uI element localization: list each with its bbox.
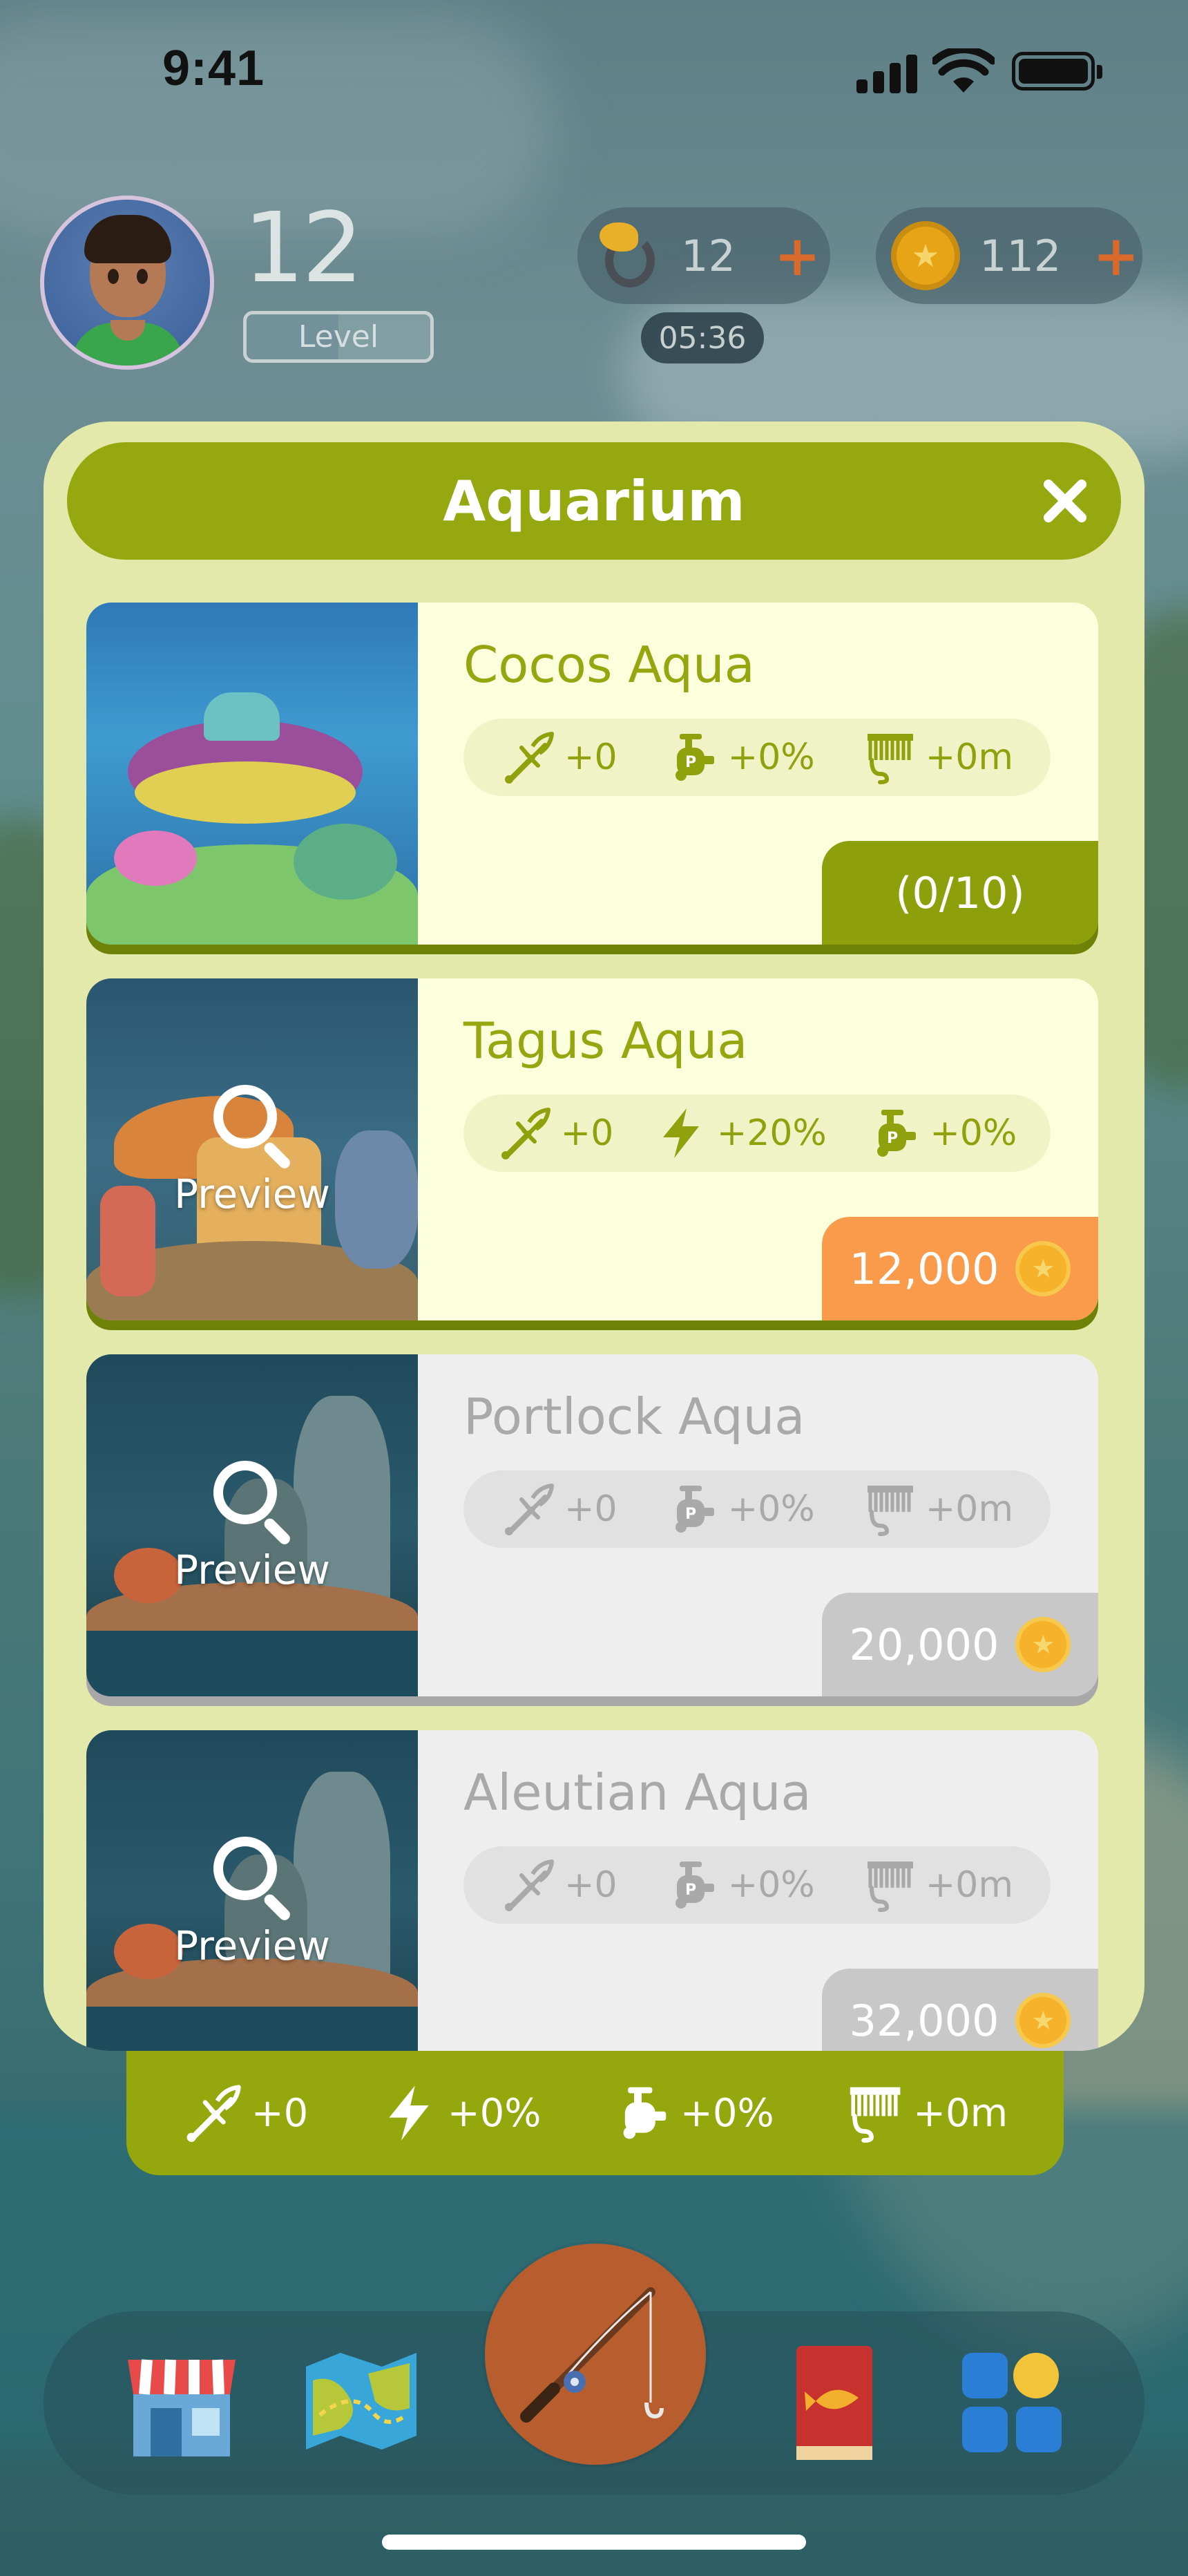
aquarium-name: Aleutian Aqua [463,1763,812,1821]
buy-button[interactable]: 20,000 ★ [822,1593,1098,1696]
stat-value: +0% [727,737,815,778]
bait-count: 12 [681,230,736,281]
trident-icon [501,1481,556,1537]
aquarium-card-aleutian[interactable]: Preview Aleutian Aqua +0 +0% +0m 32,000 … [86,1730,1098,2051]
preview-button[interactable]: Preview [86,1354,418,1696]
coin-icon: ★ [1015,1993,1071,2048]
price-label: 32,000 [849,1995,999,2046]
map-icon[interactable] [292,2332,430,2470]
stat-value: +0% [727,1488,815,1530]
apps-icon[interactable] [941,2332,1080,2470]
buy-button[interactable]: 12,000 ★ [822,1217,1098,1320]
player-level: 12 [243,192,363,305]
coin-counter: ★ 112 + [876,207,1142,304]
preview-button[interactable]: Preview [86,978,418,1320]
wifi-icon [932,48,995,93]
aquarium-thumbnail: Preview [86,978,418,1320]
preview-label: Preview [174,1170,330,1218]
bait-timer: 05:36 [641,312,764,363]
stat-value: +0% [727,1864,815,1906]
shop-icon[interactable] [113,2332,251,2470]
bait-pump-icon [664,1481,720,1537]
aquarium-name: Tagus Aqua [463,1012,748,1070]
capacity-button[interactable]: (0/10) [822,841,1098,945]
stat-value: +0m [925,1864,1013,1906]
status-time: 9:41 [162,41,265,96]
aquarium-panel: Aquarium Cocos Aqua +0 +0% +0m (0/10) Pr… [44,422,1144,2051]
stat-value: +0 [564,1864,617,1906]
bait-counter: 12 + [577,207,830,304]
aquarium-name: Cocos Aqua [463,636,755,694]
stat-value: +0% [930,1112,1017,1154]
capacity-label: (0/10) [895,867,1025,918]
aquarium-card-portlock[interactable]: Preview Portlock Aqua +0 +0% +0m 20,000 … [86,1354,1098,1696]
magnifier-icon [211,1082,294,1171]
price-label: 12,000 [849,1243,999,1294]
add-coins-button[interactable]: + [1093,224,1139,288]
coin-count: 112 [979,230,1062,281]
bonus-value: +0% [680,2090,774,2136]
bait-pump-icon [664,1857,720,1913]
preview-button[interactable]: Preview [86,1730,418,2051]
aquarium-stats: +0 +0% +0m [463,1846,1051,1924]
fishing-rod-icon [520,2287,664,2423]
trident-icon [501,730,556,785]
preview-label: Preview [174,1546,330,1593]
stat-value: +0 [560,1112,614,1154]
battery-icon [1012,52,1102,91]
reel-icon [862,730,917,785]
reel-icon [844,2083,905,2143]
panel-title: Aquarium [443,468,745,533]
coin-icon: ★ [1015,1241,1071,1296]
bonus-value: +0m [913,2090,1008,2136]
level-label: Level [298,319,379,354]
bait-pump-icon [866,1106,921,1161]
panel-header: Aquarium [67,442,1121,560]
aquarium-stats: +0 +0% +0m [463,719,1051,796]
magnifier-icon [211,1458,294,1546]
fish-book-icon[interactable] [762,2332,900,2470]
add-bait-button[interactable]: + [774,224,821,288]
aquarium-card-cocos[interactable]: Cocos Aqua +0 +0% +0m (0/10) [86,603,1098,945]
bait-pump-icon [664,730,720,785]
bonus-value: +0% [447,2090,542,2136]
lightning-icon [379,2083,439,2143]
aquarium-thumbnail: Preview [86,1354,418,1696]
trident-icon [182,2083,243,2143]
aquarium-card-tagus[interactable]: Preview Tagus Aqua +0 +20% +0% 12,000 ★ [86,978,1098,1320]
home-indicator[interactable] [382,2535,806,2550]
stat-value: +20% [716,1112,827,1154]
level-progress-badge: Level [243,311,434,363]
cellular-signal-icon [856,52,917,93]
coin-icon: ★ [891,221,960,290]
aquarium-thumbnail: Preview [86,1730,418,2051]
stat-value: +0m [925,737,1013,778]
stat-value: +0 [564,1488,617,1530]
magnifier-icon [211,1834,294,1922]
reel-icon [862,1857,917,1913]
stat-value: +0m [925,1488,1013,1530]
trident-icon [501,1857,556,1913]
price-label: 20,000 [849,1619,999,1670]
trident-icon [497,1106,553,1161]
lightning-icon [653,1106,709,1161]
stat-value: +0 [564,737,617,778]
aquarium-name: Portlock Aqua [463,1388,805,1446]
total-bonus-bar: +0 +0% +0% +0m [126,2051,1064,2175]
coin-icon: ★ [1015,1617,1071,1672]
status-bar: 9:41 [0,0,1188,138]
preview-label: Preview [174,1922,330,1969]
bait-hook-icon [593,221,662,290]
player-avatar[interactable] [40,196,214,370]
cast-fishing-button[interactable] [485,2244,706,2465]
aquarium-thumbnail [86,603,418,945]
reel-icon [862,1481,917,1537]
bait-pump-icon [611,2083,672,2143]
aquarium-stats: +0 +0% +0m [463,1470,1051,1548]
aquarium-stats: +0 +20% +0% [463,1095,1051,1172]
close-icon[interactable] [1037,474,1091,528]
buy-button[interactable]: 32,000 ★ [822,1969,1098,2051]
bonus-value: +0 [251,2090,309,2136]
